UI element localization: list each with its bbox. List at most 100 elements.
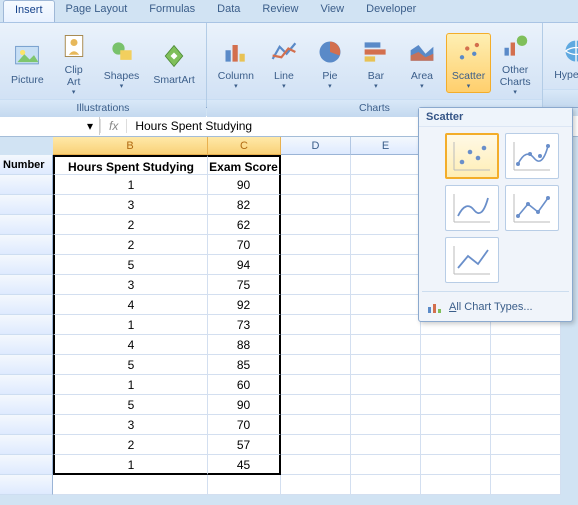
cell[interactable] (281, 175, 351, 195)
row-header[interactable] (0, 295, 53, 315)
scatter-chart-button[interactable]: Scatter ▾ (446, 33, 491, 93)
cell[interactable] (281, 435, 351, 455)
cell[interactable] (351, 435, 421, 455)
cell[interactable] (421, 355, 491, 375)
bar-chart-button[interactable]: Bar ▾ (354, 33, 398, 93)
scatter-smooth-markers[interactable] (505, 133, 559, 179)
cell[interactable] (281, 295, 351, 315)
column-header-c[interactable]: C (208, 137, 281, 155)
row-header[interactable] (0, 215, 53, 235)
row-header[interactable] (0, 375, 53, 395)
row-header[interactable] (0, 175, 53, 195)
column-chart-button[interactable]: Column ▾ (212, 33, 260, 93)
row-header[interactable] (0, 255, 53, 275)
cell-b[interactable]: 2 (53, 215, 208, 235)
cell-b[interactable]: 3 (53, 195, 208, 215)
pie-chart-button[interactable]: Pie ▾ (308, 33, 352, 93)
cell-header-b[interactable]: Hours Spent Studying (53, 155, 208, 175)
cell-c[interactable]: 82 (208, 195, 281, 215)
smartart-button[interactable]: SmartArt (147, 37, 200, 89)
cell-c[interactable]: 88 (208, 335, 281, 355)
tab-page-layout[interactable]: Page Layout (55, 0, 139, 22)
cell-c[interactable]: 62 (208, 215, 281, 235)
cell[interactable] (281, 255, 351, 275)
cell-b[interactable]: 3 (53, 275, 208, 295)
cell-b[interactable]: 3 (53, 415, 208, 435)
cell-c[interactable]: 75 (208, 275, 281, 295)
cell-c[interactable]: 92 (208, 295, 281, 315)
cell[interactable] (281, 155, 351, 175)
cell[interactable] (351, 235, 421, 255)
line-chart-button[interactable]: Line ▾ (262, 33, 306, 93)
cell[interactable] (351, 215, 421, 235)
row-header[interactable] (0, 315, 53, 335)
cell-c[interactable]: 60 (208, 375, 281, 395)
cell[interactable] (281, 335, 351, 355)
cell[interactable] (421, 455, 491, 475)
cell-b[interactable]: 1 (53, 175, 208, 195)
scatter-markers-only[interactable] (445, 133, 499, 179)
tab-insert[interactable]: Insert (3, 0, 55, 22)
cell[interactable] (281, 395, 351, 415)
cell[interactable] (351, 255, 421, 275)
cell[interactable] (421, 475, 491, 495)
cell-b[interactable]: 5 (53, 255, 208, 275)
cell[interactable] (281, 235, 351, 255)
cell[interactable] (53, 475, 208, 495)
column-header-e[interactable]: E (351, 137, 421, 155)
other-charts-button[interactable]: Other Charts ▾ (493, 27, 537, 99)
cell-b[interactable]: 5 (53, 395, 208, 415)
cell-header-c[interactable]: Exam Score (208, 155, 281, 175)
row-header[interactable] (0, 415, 53, 435)
cell-b[interactable]: 1 (53, 455, 208, 475)
tab-developer[interactable]: Developer (355, 0, 427, 22)
cell[interactable] (351, 455, 421, 475)
cell[interactable] (281, 355, 351, 375)
cell-c[interactable]: 90 (208, 175, 281, 195)
scatter-straight-markers[interactable] (505, 185, 559, 231)
cell[interactable] (351, 335, 421, 355)
cell[interactable] (421, 395, 491, 415)
cell[interactable] (491, 355, 561, 375)
cell-c[interactable]: 94 (208, 255, 281, 275)
cell-b[interactable]: 4 (53, 295, 208, 315)
tab-review[interactable]: Review (251, 0, 309, 22)
cell[interactable] (491, 435, 561, 455)
cell[interactable] (351, 395, 421, 415)
cell-b[interactable]: 2 (53, 435, 208, 455)
cell-c[interactable]: 57 (208, 435, 281, 455)
cell[interactable] (281, 315, 351, 335)
cell[interactable] (491, 455, 561, 475)
formula-value[interactable]: Hours Spent Studying (127, 117, 260, 135)
cell[interactable] (281, 475, 351, 495)
cell[interactable] (281, 415, 351, 435)
fx-button[interactable]: fx (100, 119, 127, 133)
row-header[interactable] (0, 435, 53, 455)
row-header[interactable]: Number (0, 155, 53, 175)
cell[interactable] (351, 315, 421, 335)
cell[interactable] (491, 375, 561, 395)
scatter-smooth-lines[interactable] (445, 185, 499, 231)
cell[interactable] (421, 435, 491, 455)
cell[interactable] (351, 295, 421, 315)
cell[interactable] (491, 475, 561, 495)
hyperlink-button[interactable]: Hyperlink (548, 32, 578, 84)
cell[interactable] (421, 375, 491, 395)
cell[interactable] (351, 355, 421, 375)
cell-b[interactable]: 4 (53, 335, 208, 355)
cell-c[interactable]: 45 (208, 455, 281, 475)
cell[interactable] (281, 275, 351, 295)
all-chart-types-link[interactable]: All Chart Types... (419, 294, 572, 321)
cell[interactable] (351, 275, 421, 295)
cell-b[interactable]: 1 (53, 315, 208, 335)
picture-button[interactable]: Picture (5, 37, 50, 89)
cell-b[interactable]: 5 (53, 355, 208, 375)
cell[interactable] (351, 415, 421, 435)
cell[interactable] (351, 375, 421, 395)
scatter-straight-lines[interactable] (445, 237, 499, 283)
cell[interactable] (281, 455, 351, 475)
cell-c[interactable]: 70 (208, 415, 281, 435)
cell[interactable] (421, 335, 491, 355)
shapes-button[interactable]: Shapes ▾ (98, 33, 146, 93)
row-header[interactable] (0, 395, 53, 415)
